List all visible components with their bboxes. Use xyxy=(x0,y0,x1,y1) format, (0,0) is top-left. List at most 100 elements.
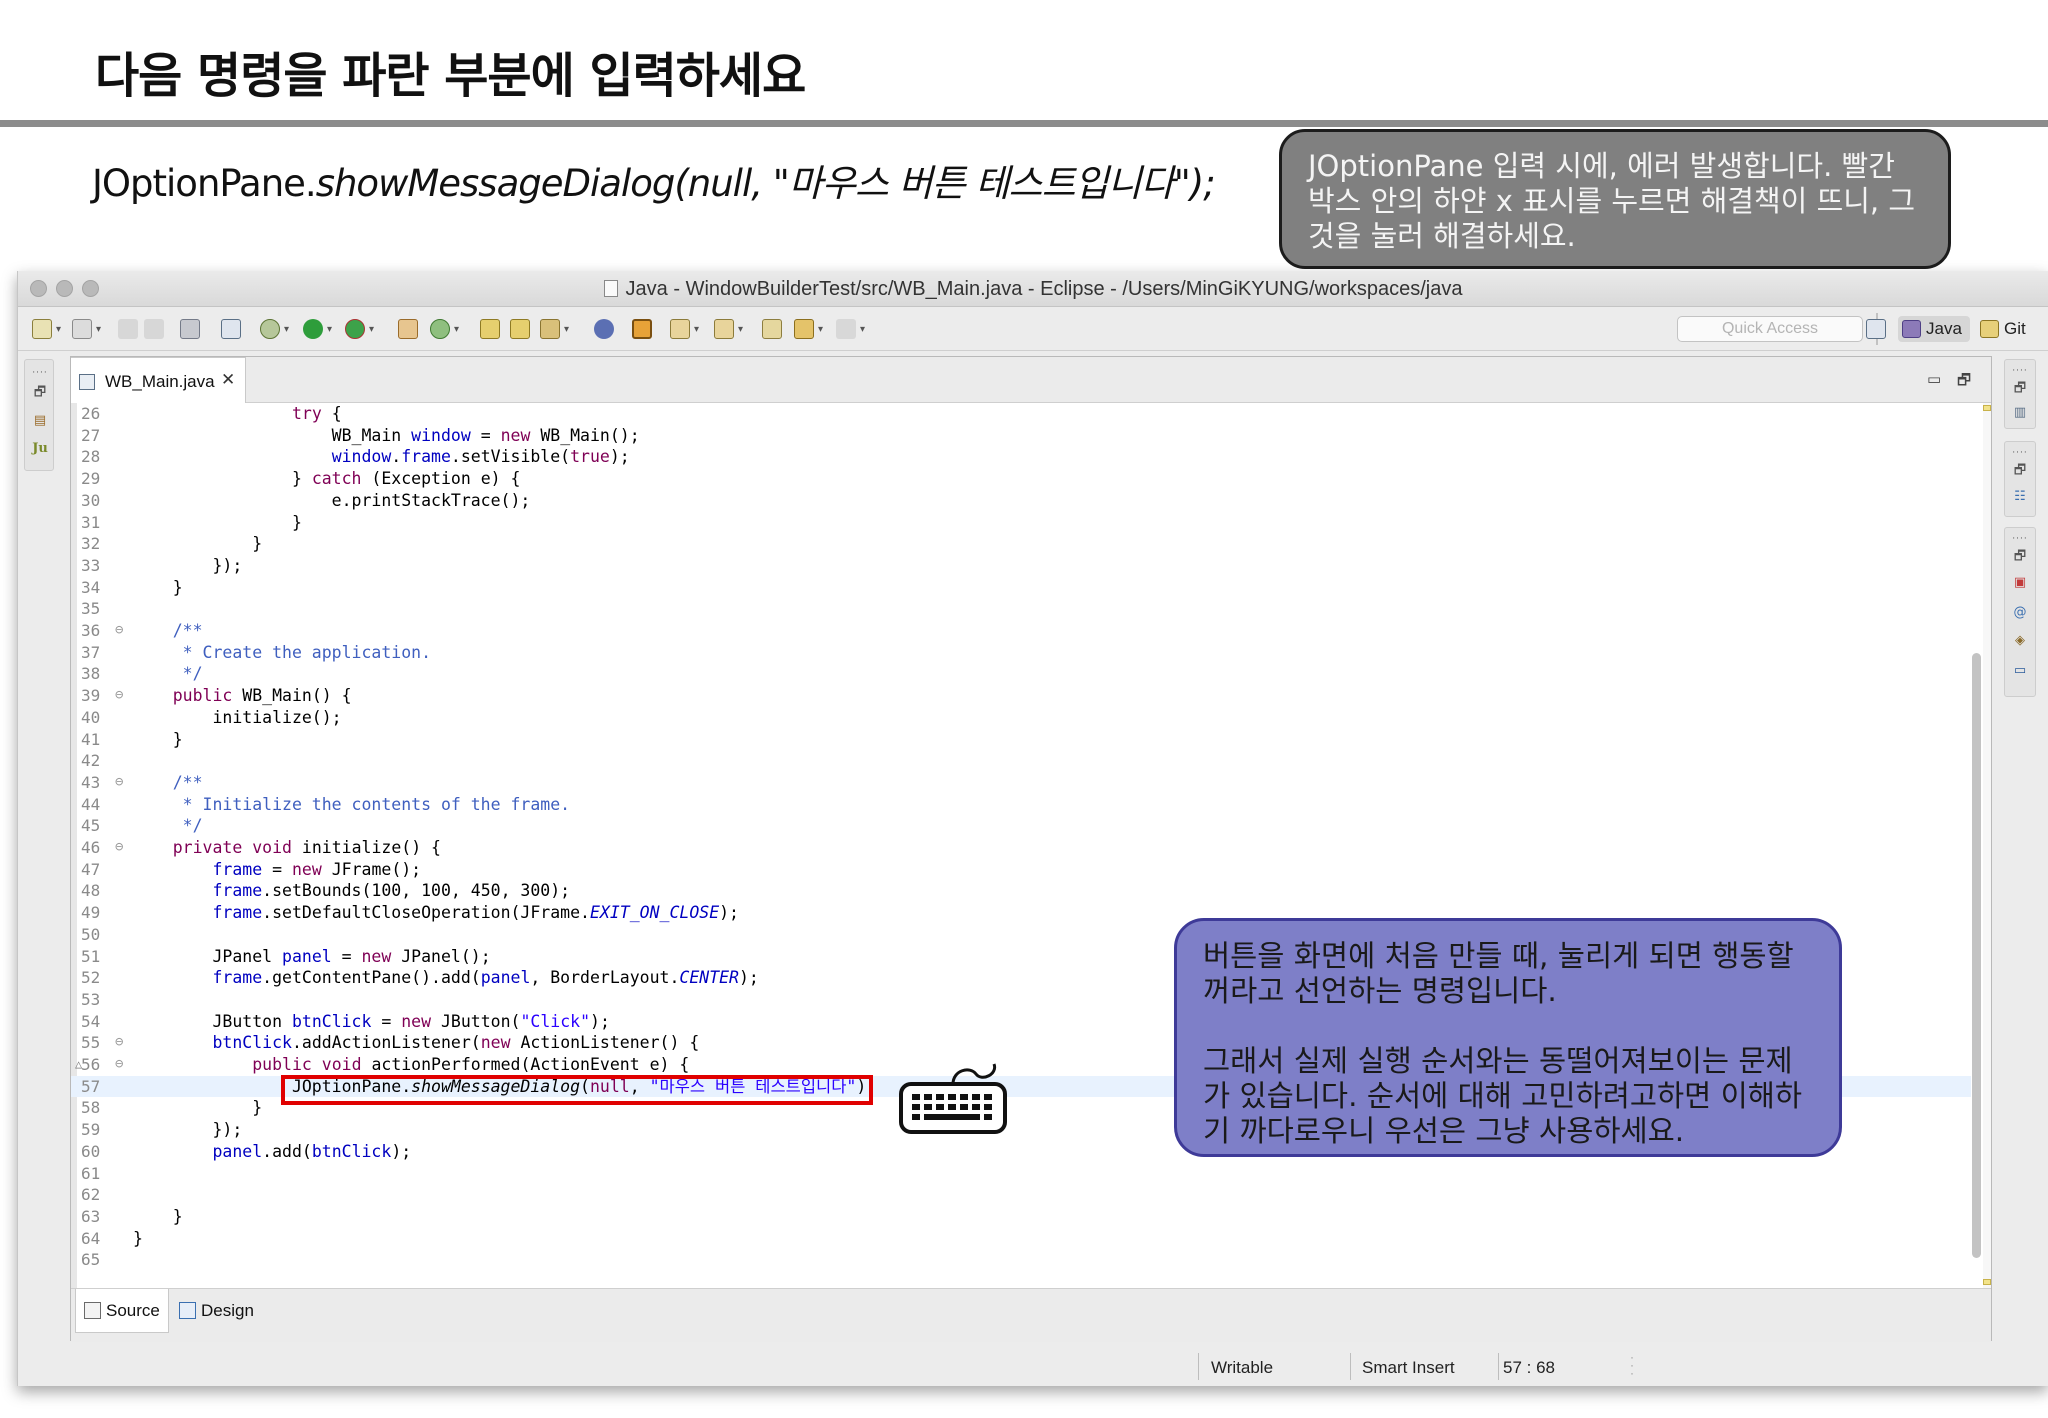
junit-icon[interactable]: Ju xyxy=(31,440,49,458)
new-java-class-dropdown-icon[interactable]: ▾ xyxy=(454,324,459,335)
forward-icon[interactable] xyxy=(836,319,856,339)
fold-toggle-icon[interactable]: ⊖ xyxy=(115,620,123,642)
javadoc-icon[interactable]: @ xyxy=(2011,604,2029,622)
code-line[interactable]: 61 xyxy=(71,1163,1971,1185)
code-line[interactable]: 41 } xyxy=(71,729,1971,751)
code-line[interactable]: 65 xyxy=(71,1249,1971,1271)
external-tools-icon[interactable] xyxy=(345,319,365,339)
restore-icon[interactable]: 🗗 xyxy=(2011,548,2029,566)
outline-icon[interactable]: ☷ xyxy=(2011,488,2029,506)
forward-dropdown-icon[interactable]: ▾ xyxy=(860,324,865,335)
next-annotation-dropdown-icon[interactable]: ▾ xyxy=(694,324,699,335)
code-line[interactable]: 31 } xyxy=(71,512,1971,534)
code-line[interactable]: 63 } xyxy=(71,1206,1971,1228)
close-icon[interactable]: ✕ xyxy=(221,370,235,390)
drag-handle-icon[interactable]: ···· xyxy=(2011,362,2029,380)
restore-icon[interactable]: 🗗 xyxy=(31,384,49,402)
declaration-icon[interactable]: ◈ xyxy=(2011,632,2029,650)
search-dropdown-icon[interactable]: ▾ xyxy=(564,324,569,335)
drag-handle-icon[interactable]: ···· xyxy=(2011,444,2029,462)
open-task-icon[interactable] xyxy=(510,319,530,339)
next-annotation-icon[interactable] xyxy=(670,319,690,339)
run-icon[interactable] xyxy=(303,319,323,339)
new-java-class-icon[interactable] xyxy=(430,319,450,339)
code-line[interactable]: 29 } catch (Exception e) { xyxy=(71,468,1971,490)
maximize-editor-icon[interactable]: 🗗 xyxy=(1957,370,1971,395)
previous-annotation-dropdown-icon[interactable]: ▾ xyxy=(738,324,743,335)
tab-source[interactable]: Source xyxy=(75,1289,169,1333)
code-line[interactable]: 64} xyxy=(71,1228,1971,1250)
overview-warning-mark[interactable] xyxy=(1983,405,1991,411)
code-line[interactable]: 34 } xyxy=(71,577,1971,599)
fold-toggle-icon[interactable]: ⊖ xyxy=(115,685,123,707)
code-line[interactable]: 32 } xyxy=(71,533,1971,555)
debug-dropdown-icon[interactable]: ▾ xyxy=(284,324,289,335)
code-line[interactable]: 36 ⊖ /** xyxy=(71,620,1971,642)
toggle-block-selection-icon[interactable] xyxy=(632,319,652,339)
package-explorer-icon[interactable]: ▤ xyxy=(31,412,49,430)
print-icon[interactable] xyxy=(180,319,200,339)
code-line[interactable]: 33 }); xyxy=(71,555,1971,577)
search-icon[interactable] xyxy=(540,319,560,339)
debug-icon[interactable] xyxy=(260,319,280,339)
new-wizard-icon[interactable] xyxy=(72,319,92,339)
vertical-scrollbar[interactable] xyxy=(1970,403,1983,1288)
drag-handle-icon[interactable]: ···· xyxy=(2011,530,2029,548)
override-marker-icon[interactable]: △ xyxy=(75,1054,82,1076)
problems-icon[interactable]: ▣ xyxy=(2011,574,2029,592)
tab-design[interactable]: Design xyxy=(171,1289,265,1333)
scrollbar-thumb[interactable] xyxy=(1972,653,1981,1258)
minimize-editor-icon[interactable]: ▭ xyxy=(1927,370,1941,388)
save-icon[interactable] xyxy=(118,319,138,339)
save-all-icon[interactable] xyxy=(144,319,164,339)
code-line[interactable]: 46 ⊖ private void initialize() { xyxy=(71,837,1971,859)
restore-icon[interactable]: 🗗 xyxy=(2011,462,2029,480)
open-perspective-icon[interactable] xyxy=(1866,319,1886,339)
tab-wb-main-java[interactable]: WB_Main.java ✕ xyxy=(71,357,246,404)
code-line[interactable]: 30 e.printStackTrace(); xyxy=(71,490,1971,512)
code-line[interactable]: 44 * Initialize the contents of the fram… xyxy=(71,794,1971,816)
new-java-package-icon[interactable] xyxy=(398,319,418,339)
last-edit-location-icon[interactable] xyxy=(762,319,782,339)
new-dropdown-icon[interactable]: ▾ xyxy=(56,324,61,335)
code-line[interactable]: 26 try { xyxy=(71,403,1971,425)
code-line[interactable]: 45 */ xyxy=(71,815,1971,837)
code-line[interactable]: 27 WB_Main window = new WB_Main(); xyxy=(71,425,1971,447)
code-line[interactable]: 43 ⊖ /** xyxy=(71,772,1971,794)
code-line[interactable]: 48 frame.setBounds(100, 100, 450, 300); xyxy=(71,880,1971,902)
fold-toggle-icon[interactable]: ⊖ xyxy=(115,1032,123,1054)
code-line[interactable]: 39 ⊖ public WB_Main() { xyxy=(71,685,1971,707)
console-icon[interactable]: ▭ xyxy=(2011,662,2029,680)
overview-status-mark[interactable] xyxy=(1983,1279,1991,1285)
perspective-git[interactable]: Git xyxy=(1976,316,2026,342)
toggle-mark-occurrences-icon[interactable] xyxy=(594,319,614,339)
previous-annotation-icon[interactable] xyxy=(714,319,734,339)
perspective-java[interactable]: Java xyxy=(1898,316,1970,342)
back-dropdown-icon[interactable]: ▾ xyxy=(818,324,823,335)
status-drag-handle-icon[interactable]: · · · xyxy=(1630,1351,1634,1379)
code-line[interactable]: 37 * Create the application. xyxy=(71,642,1971,664)
code-line[interactable]: 62 xyxy=(71,1184,1971,1206)
back-icon[interactable] xyxy=(794,319,814,339)
new-wizard-dropdown-icon[interactable]: ▾ xyxy=(96,324,101,335)
code-line[interactable]: 47 frame = new JFrame(); xyxy=(71,859,1971,881)
code-line[interactable]: 35 xyxy=(71,598,1971,620)
restore-icon[interactable]: 🗗 xyxy=(2011,380,2029,398)
code-line[interactable]: 28 window.frame.setVisible(true); xyxy=(71,446,1971,468)
skip-breakpoints-icon[interactable] xyxy=(221,319,241,339)
task-list-icon[interactable]: ▥ xyxy=(2011,404,2029,422)
code-line[interactable]: 40 initialize(); xyxy=(71,707,1971,729)
run-dropdown-icon[interactable]: ▾ xyxy=(327,324,332,335)
overview-ruler[interactable] xyxy=(1983,403,1991,1288)
drag-handle-icon[interactable]: ···· xyxy=(31,364,49,382)
code-line[interactable]: 42 xyxy=(71,750,1971,772)
new-icon[interactable] xyxy=(32,319,52,339)
fold-toggle-icon[interactable]: ⊖ xyxy=(115,772,123,794)
fold-toggle-icon[interactable]: ⊖ xyxy=(115,837,123,859)
open-type-icon[interactable] xyxy=(480,319,500,339)
code-line[interactable]: 38 */ xyxy=(71,663,1971,685)
line-number: 54 xyxy=(81,1011,101,1031)
external-tools-dropdown-icon[interactable]: ▾ xyxy=(369,324,374,335)
fold-toggle-icon[interactable]: ⊖ xyxy=(115,1054,123,1076)
quick-access-input[interactable]: Quick Access xyxy=(1677,316,1863,342)
